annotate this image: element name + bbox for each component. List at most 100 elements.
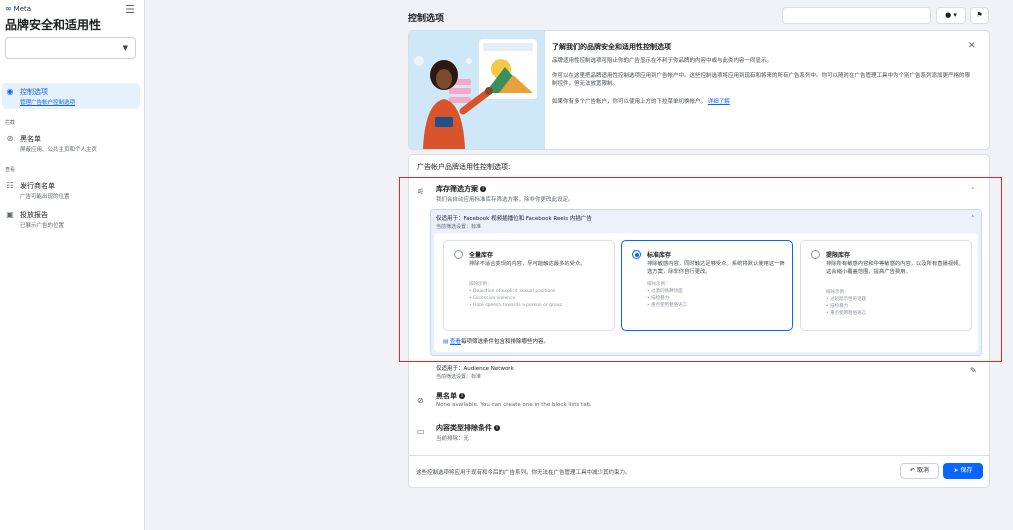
sidebar-item-sub: 已展示广告的位置: [20, 223, 65, 229]
content-type-icon: ▭: [417, 427, 425, 436]
intro-paragraph-3-text: 如果你有多个广告帐户，你可以使用上方的下拉菜单切换帐户。: [552, 99, 707, 105]
inventory-filter-title-text: 库存筛选方案: [436, 185, 478, 193]
chevron-down-icon: ▼: [122, 44, 128, 52]
flag-button[interactable]: ⚑: [970, 7, 989, 24]
applies-to-facebook: 仅适用于：Facebook 视频插播位和 Facebook Reels 内插广告: [436, 216, 592, 222]
radio-target-icon: ◉: [6, 87, 14, 96]
list-icon: ☷: [6, 181, 14, 190]
option-limited-inventory[interactable]: 提限库存 排除所有敏感内容和中等敏感的内容，以及所有直播视频。这会缩小覆盖范围，…: [800, 240, 972, 331]
sidebar-item-label: 黑名单: [20, 135, 41, 143]
option-example: • 过轻暗示性的话题: [826, 297, 867, 302]
radio-button[interactable]: [632, 250, 641, 259]
sidebar-item-label: 发行商名单: [20, 182, 55, 190]
view-link-text: 每项筛选条件包含和排除哪些内容。: [460, 339, 549, 345]
cancel-button[interactable]: ↶ 取消: [900, 463, 939, 479]
option-example: • 描绘暴力: [647, 296, 670, 301]
option-example: • Depiction of explicit sexual positions: [469, 289, 556, 294]
hamburger-icon[interactable]: ☰: [125, 3, 135, 16]
pencil-icon[interactable]: ✎: [970, 366, 977, 375]
app-title: 品牌安全和适用性: [5, 18, 102, 32]
sidebar-item-label: 投放报告: [20, 211, 48, 219]
inventory-filter-sub: 我们会自动应用标准库存筛选方案，除非你更改此设定。: [436, 197, 574, 203]
intro-paragraph-1: 品牌适用性控制选项可阻止你的广告显示在不利于你品牌的内容中或与此类内容一同显示。: [552, 58, 773, 64]
intro-card: [408, 30, 990, 150]
send-icon: ➤: [953, 467, 959, 474]
undo-icon: ↶: [910, 467, 916, 474]
page-title: 控制选项: [408, 14, 445, 24]
sidebar-item-delivery-report[interactable]: ▣ 投放报告 已展示广告的位置: [5, 210, 64, 229]
block-icon: ⊘: [6, 134, 14, 143]
option-title: 标准库存: [647, 252, 672, 259]
option-full-inventory[interactable]: 全量库存 排除不适合变现的内容，尽可能触达最多的受众。 排除示例： • Depi…: [443, 240, 615, 331]
applies-to-audience-network: 仅适用于：Audience Network: [436, 366, 514, 372]
option-title: 全量库存: [469, 252, 494, 259]
inventory-filter-title: 库存筛选方案 i: [436, 184, 486, 194]
intro-illustration: [409, 31, 545, 149]
block-icon: ⊘: [417, 396, 424, 405]
divider: [408, 455, 990, 456]
option-example: • Excessive violence: [469, 296, 516, 301]
sidebar-item-publisher-list[interactable]: ☷ 发行商名单 广告可能出现的位置: [5, 181, 70, 200]
audience-network-current: 当前筛选设置：标准: [436, 374, 482, 380]
close-icon[interactable]: ✕: [968, 41, 976, 51]
option-example: • 描绘暴力: [826, 304, 849, 309]
sidebar-item-controls[interactable]: ◉ 控制选项 管理广告帐户控制选项: [5, 87, 76, 106]
option-desc: 排除不适合变现的内容，尽可能触达最多的受众。: [469, 261, 586, 267]
intro-title: 了解我们的品牌安全和适用性控制选项: [552, 43, 671, 51]
logo-text: Meta: [13, 4, 32, 13]
intro-paragraph-2: 你可以在这里把品牌适用性控制选项应用到广告帐户中。这些控制选项将应用到现有和将来…: [552, 73, 971, 87]
content-type-title-text: 内容类型排除条件: [436, 424, 492, 432]
option-desc: 排除敏感内容，同时触达足够受众。系统将默认使用这一筛选方案，除非你自行更改。: [647, 261, 785, 275]
blocklist-title: 黑名单 i: [436, 391, 465, 401]
radio-button[interactable]: [811, 250, 820, 259]
document-icon: ▤: [443, 339, 449, 345]
option-example-label: 排除示例：: [826, 290, 849, 295]
option-example-label: 排除示例：: [647, 282, 670, 287]
info-icon[interactable]: i: [480, 186, 486, 192]
radio-button[interactable]: [454, 250, 463, 259]
save-label: 保存: [960, 467, 973, 474]
flag-icon: ⚑: [976, 11, 983, 19]
section-label-block: 拦截: [5, 120, 16, 126]
info-icon[interactable]: i: [494, 425, 500, 431]
save-button[interactable]: ➤ 保存: [943, 463, 983, 479]
account-select[interactable]: ▼: [5, 37, 136, 59]
view-filter-details: ▤ 查看每项筛选条件包含和排除哪些内容。: [443, 337, 549, 345]
search-input[interactable]: [782, 7, 931, 24]
info-icon[interactable]: i: [459, 393, 465, 399]
option-example: • 过激的挑衅场面: [647, 289, 683, 294]
meta-infinity-icon: ∞: [5, 4, 12, 13]
controls-heading: 广告帐户品牌适用性控制选项:: [417, 163, 511, 171]
option-example: • 重点使用粗俗语言: [826, 311, 867, 316]
sidebar-item-sub: 广告可能出现的位置: [20, 194, 70, 200]
option-example: • Hate speech towards a person or group: [469, 303, 563, 308]
blocklist-sub: None available. You can create one in th…: [436, 402, 592, 408]
option-title: 提限库存: [826, 252, 851, 259]
sidebar-item-label: 控制选项: [20, 88, 48, 96]
option-desc: 排除所有敏感内容和中等敏感的内容，以及所有直播视频。这会缩小覆盖范围，提高广告费…: [826, 261, 964, 275]
intro-paragraph-3: 如果你有多个广告帐户，你可以使用上方的下拉菜单切换帐户。 详细了解: [552, 98, 972, 106]
sidebar-item-blocklist[interactable]: ⊘ 黑名单 屏蔽应用、公共主页和个人主页: [5, 134, 97, 153]
section-label-view: 查看: [5, 167, 16, 173]
help-dropdown-button[interactable]: ● ▾: [936, 7, 966, 24]
sidebar: ∞ Meta ☰ 品牌安全和适用性 ▼ ◉ 控制选项 管理广告帐户控制选项 拦截…: [0, 0, 145, 530]
sidebar-item-sub: 管理广告帐户控制选项: [20, 100, 76, 106]
option-example-label: 排除示例：: [469, 282, 492, 287]
meta-logo: ∞ Meta: [5, 4, 31, 13]
view-link[interactable]: 查看: [450, 339, 461, 345]
footer-note: 这些控制选项将应用于现有和今后的广告系列。你无法在广告管理工具中减少其约束力。: [416, 470, 631, 476]
current-filter-setting: 当前筛选设置：标准: [436, 224, 482, 230]
report-icon: ▣: [6, 210, 14, 219]
sidebar-item-sub: 屏蔽应用、公共主页和个人主页: [20, 147, 98, 153]
filter-sliders-icon: ⚟: [417, 187, 425, 196]
chevron-up-icon[interactable]: ˄: [971, 187, 975, 195]
blocklist-title-text: 黑名单: [436, 392, 457, 400]
cancel-label: 取消: [916, 467, 929, 474]
learn-more-link[interactable]: 详细了解: [708, 99, 730, 105]
chevron-up-icon[interactable]: ˄: [971, 215, 975, 223]
help-icon: ● ▾: [945, 11, 957, 19]
option-example: • 重点使用粗俗语言: [647, 303, 688, 308]
option-standard-inventory[interactable]: 标准库存 排除敏感内容，同时触达足够受众。系统将默认使用这一筛选方案，除非你自行…: [621, 240, 793, 331]
content-type-title: 内容类型排除条件 i: [436, 423, 500, 433]
content-type-sub: 当前排除：无: [436, 436, 470, 442]
